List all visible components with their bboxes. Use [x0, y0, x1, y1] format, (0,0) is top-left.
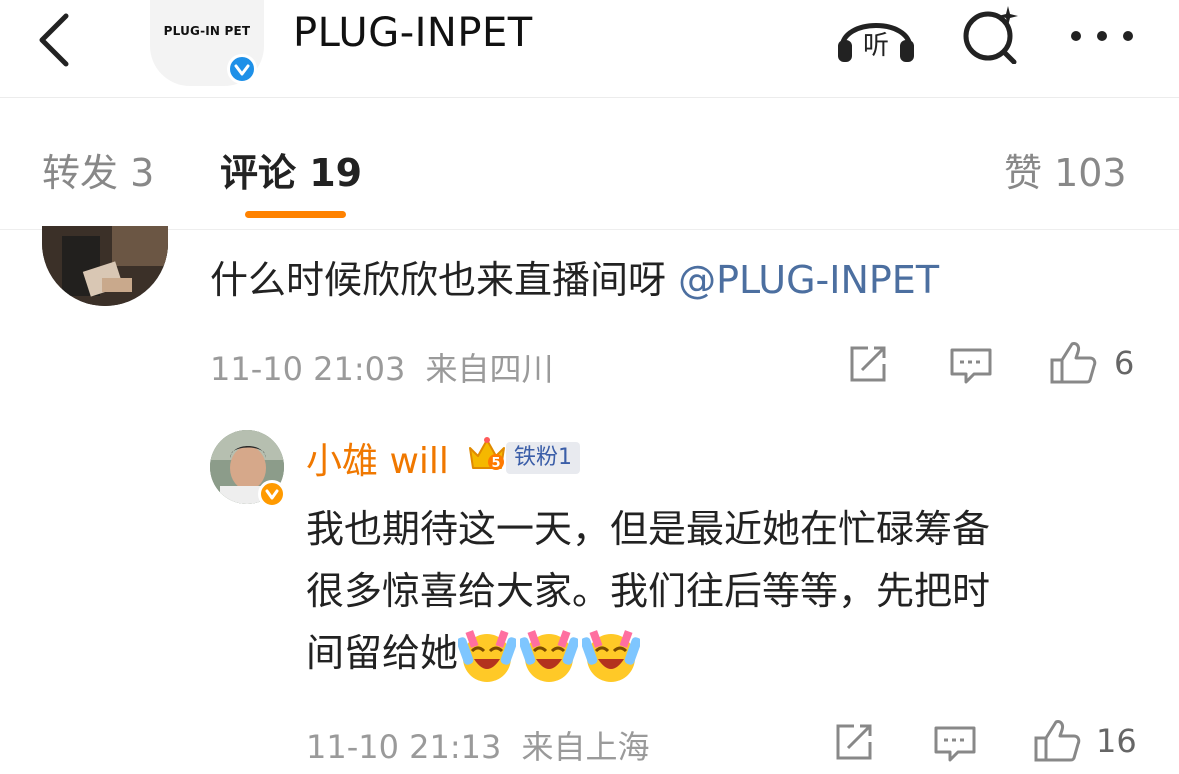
listen-label: 听: [863, 31, 889, 61]
more-icon: [1071, 31, 1133, 41]
comment-icon: [934, 726, 976, 762]
crown-level: 5: [491, 456, 500, 471]
back-icon: [39, 13, 69, 67]
mention-link[interactable]: @PLUG-INPET: [678, 258, 939, 302]
page-title: PLUG-INPET: [293, 10, 533, 56]
comment-body: 什么时候欣欣也来直播间呀: [210, 258, 679, 302]
laughing-crying-emoji-icon: [456, 627, 518, 685]
back-button[interactable]: [30, 8, 80, 68]
comment-location: 来自上海: [521, 728, 650, 766]
comment-time: 11-10 21:13: [306, 728, 502, 766]
reply-button[interactable]: [932, 724, 978, 768]
verified-badge-icon: [227, 54, 257, 84]
reply-button[interactable]: [948, 346, 994, 390]
tab-repost[interactable]: 转发 3: [42, 142, 154, 197]
reply-line: 很多惊喜给大家。我们往后等等，先把时: [306, 569, 991, 613]
reply-text: 我也期待这一天，但是最近她在忙碌筹备 很多惊喜给大家。我们往后等等，先把时 间留…: [306, 498, 990, 685]
active-tab-indicator: [245, 211, 346, 218]
repost-button[interactable]: [846, 344, 890, 388]
username[interactable]: 小雄 will: [306, 432, 449, 484]
verified-badge-icon: [258, 480, 286, 508]
more-button[interactable]: [1064, 4, 1148, 64]
listen-icon: 听: [838, 23, 914, 62]
search-button[interactable]: [952, 4, 1036, 65]
comment-time: 11-10 21:03: [210, 350, 406, 388]
logo-text: PLUG-IN PET: [163, 24, 251, 38]
comment-icon: [950, 348, 992, 384]
tab-comments[interactable]: 评论 19: [220, 142, 362, 197]
comment-location: 来自四川: [425, 350, 554, 388]
reply-line-text: 间留给她: [306, 631, 459, 675]
tab-bar: 转发 3 评论 19 赞 103: [0, 98, 1179, 230]
repost-icon: [850, 346, 886, 382]
comment-text: 什么时候欣欣也来直播间呀 @PLUG-INPET: [210, 250, 939, 310]
like-button[interactable]: [1048, 340, 1098, 390]
reply-line: 间留给她: [306, 622, 990, 685]
account-avatar[interactable]: PLUG-IN PET: [150, 0, 264, 86]
listen-button[interactable]: 听: [834, 4, 918, 64]
tab-likes[interactable]: 赞 103: [1004, 142, 1127, 197]
like-button[interactable]: [1032, 718, 1082, 768]
fan-badge: 铁粉1: [506, 442, 580, 474]
like-count: 6: [1114, 344, 1135, 382]
reply-line: 我也期待这一天，但是最近她在忙碌筹备: [306, 507, 991, 551]
laughing-crying-emoji-icon: [580, 627, 642, 685]
search-icon: [963, 6, 1018, 65]
thumbs-up-icon: [1034, 720, 1081, 762]
avatar[interactable]: [42, 226, 168, 306]
crown-icon: 5: [466, 434, 508, 474]
like-count: 16: [1096, 722, 1137, 760]
reply-meta: 11-10 21:13 来自上海: [306, 722, 650, 768]
repost-button[interactable]: [832, 722, 876, 766]
thumbs-up-icon: [1050, 342, 1097, 384]
repost-icon: [836, 724, 872, 760]
top-bar: PLUG-IN PET PLUG-INPET 听: [0, 0, 1179, 98]
laughing-crying-emoji-icon: [518, 627, 580, 685]
comment-meta: 11-10 21:03 来自四川: [210, 344, 554, 390]
